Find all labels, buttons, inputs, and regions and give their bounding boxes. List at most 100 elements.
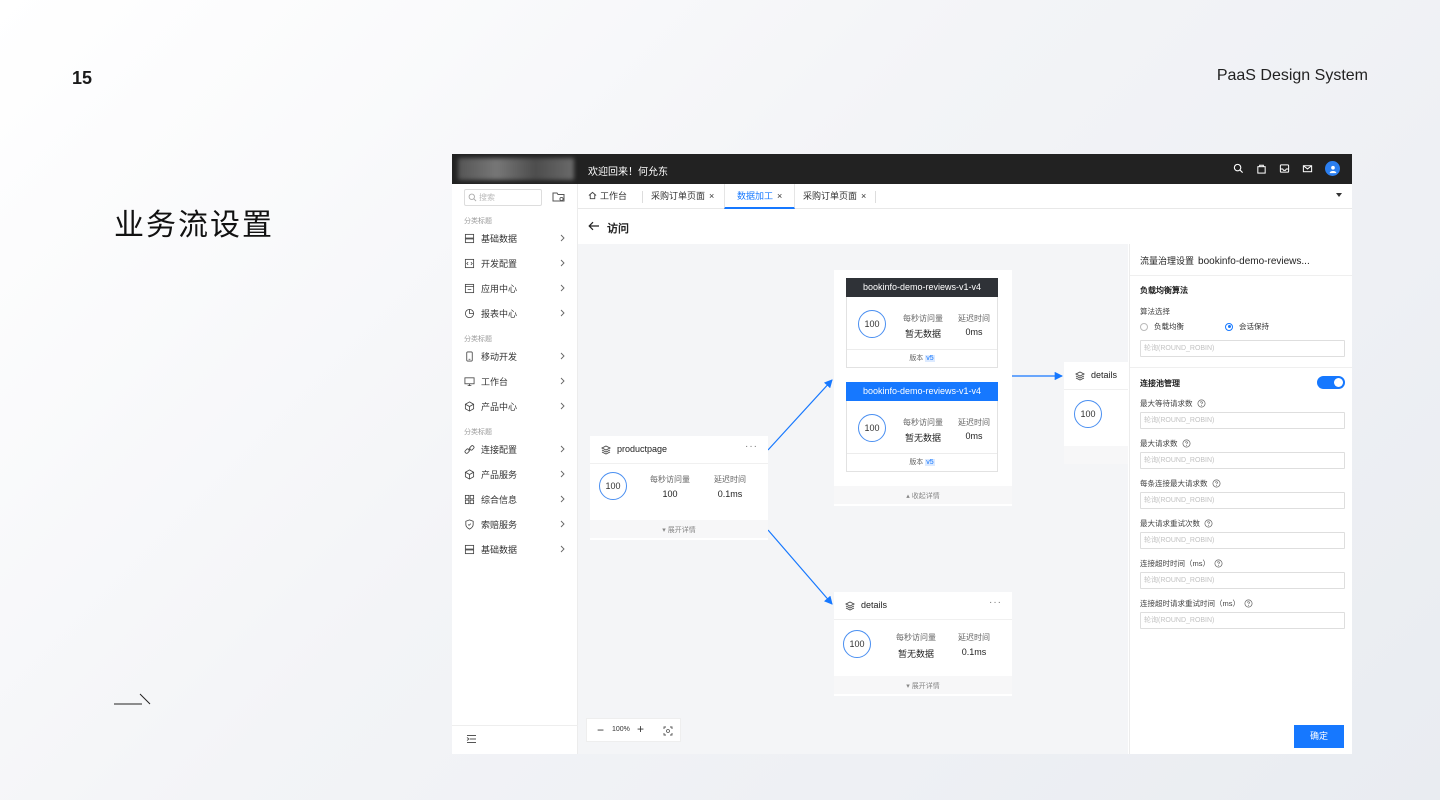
tab-data-processing[interactable]: 数据加工 × [724, 184, 796, 209]
sidebar-divider [452, 725, 578, 726]
field-label: 最大等待请求数 [1140, 398, 1206, 409]
sidebar-item-label: 索赔服务 [481, 519, 518, 530]
close-icon[interactable]: × [861, 191, 866, 201]
avatar[interactable] [1325, 161, 1340, 176]
brand-name: PaaS Design System [1216, 67, 1368, 84]
sidebar-item[interactable]: 移动开发 [464, 348, 568, 364]
sidebar-item-label: 开发配置 [481, 258, 518, 269]
search-icon[interactable] [1233, 163, 1244, 174]
chevron-right-icon [560, 259, 565, 267]
qps-label: 每秒访问量 [903, 314, 943, 323]
node-header: details [1064, 362, 1128, 390]
close-icon[interactable]: × [709, 191, 714, 201]
field-label: 连接超时时间（ms） [1140, 558, 1223, 569]
sidebar-item[interactable]: 连接配置 [464, 441, 568, 457]
sidebar-item[interactable]: 产品中心 [464, 398, 568, 414]
grid-icon [464, 494, 475, 504]
app-window: 欢迎回来！何允东 搜索 分类标题 基础数据 开发配置 应用中心 报表中心 分类标题 移动开发… [452, 154, 1352, 754]
sidebar-item[interactable]: 开发配置 [464, 255, 568, 271]
sidebar-item-label: 综合信息 [481, 494, 518, 505]
more-icon[interactable]: ··· [989, 597, 1002, 608]
pool-toggle[interactable] [1317, 376, 1345, 389]
close-icon[interactable]: × [777, 191, 782, 201]
sidebar-item[interactable]: 基础数据 [464, 230, 568, 246]
folder-settings-icon[interactable] [552, 190, 565, 203]
collapse-details-button[interactable]: ▴ 收起详情 [834, 491, 1012, 501]
expand-details-button[interactable]: ▾ 展开详情 [834, 681, 1012, 691]
panel-title-service: bookinfo-demo-reviews... [1198, 256, 1310, 267]
field-label: 连接超时请求重试时间（ms） [1140, 598, 1253, 609]
version-card-header: bookinfo-demo-reviews-v1-v4 [846, 278, 998, 297]
search-placeholder: 搜索 [479, 193, 495, 202]
page-number: 15 [72, 68, 93, 88]
field-label-text: 最大等待请求数 [1140, 399, 1193, 408]
zoom-in-button[interactable]: + [637, 722, 644, 736]
confirm-button[interactable]: 确定 [1294, 725, 1344, 748]
version-card[interactable]: bookinfo-demo-reviews-v1-v4 100 每秒访问量 暂无… [846, 382, 998, 472]
help-icon[interactable] [1182, 439, 1191, 448]
field-input[interactable]: 轮询(ROUND_ROBIN) [1140, 452, 1345, 469]
sidebar-item-label: 产品服务 [481, 469, 518, 480]
latency-label: 延迟时间 [714, 475, 746, 484]
pie-icon [464, 308, 475, 318]
algo-input[interactable]: 轮询(ROUND_ROBIN) [1140, 340, 1345, 357]
tab-purchase-order-2[interactable]: 采购订单页面 × [803, 184, 866, 209]
decorative-line-icon [114, 693, 151, 705]
chevron-right-icon [560, 234, 565, 242]
sidebar-item[interactable]: 索赔服务 [464, 516, 568, 532]
page-title: 访问 [607, 223, 629, 235]
help-icon[interactable] [1204, 519, 1213, 528]
lb-section-title: 负载均衡算法 [1140, 286, 1188, 295]
expand-details-button[interactable]: ▾ 展开详情 [590, 525, 768, 535]
more-icon[interactable]: ··· [745, 441, 758, 452]
sidebar-item[interactable]: 报表中心 [464, 305, 568, 321]
sidebar-item[interactable]: 应用中心 [464, 280, 568, 296]
sidebar-search-input[interactable]: 搜索 [464, 189, 542, 206]
tab-purchase-order-1[interactable]: 采购订单页面 × [651, 184, 714, 209]
sidebar-item[interactable]: 综合信息 [464, 491, 568, 507]
node-details-right[interactable]: details 100 [1064, 362, 1128, 464]
field-input[interactable]: 轮询(ROUND_ROBIN) [1140, 492, 1345, 509]
tabs-dropdown-icon[interactable] [1336, 193, 1342, 197]
help-icon[interactable] [1244, 599, 1253, 608]
node-circle-value: 100 [858, 414, 886, 442]
database-icon [464, 544, 475, 554]
version-card-header: bookinfo-demo-reviews-v1-v4 [846, 382, 998, 401]
back-arrow-icon[interactable] [588, 221, 600, 231]
fit-screen-icon[interactable] [663, 726, 673, 736]
radio-session-sticky[interactable]: 会话保持 [1225, 321, 1269, 332]
help-icon[interactable] [1197, 399, 1206, 408]
edge-productpage-reviews [767, 379, 833, 451]
node-details-bottom[interactable]: details ··· 100 每秒访问量 暂无数据 延迟时间 0.1ms ▾ … [834, 592, 1012, 696]
node-productpage[interactable]: productpage ··· 100 每秒访问量 100 延迟时间 0.1ms… [590, 436, 768, 540]
slide-title: 业务流设置 [114, 209, 274, 242]
page-header: 访问 [578, 209, 1352, 244]
inbox-icon[interactable] [1279, 163, 1290, 174]
node-title: details [861, 600, 888, 610]
bag-icon[interactable] [1256, 163, 1267, 174]
sidebar-item[interactable]: 工作台 [464, 373, 568, 389]
version-card[interactable]: bookinfo-demo-reviews-v1-v4 100 每秒访问量 暂无… [846, 278, 998, 368]
field-input[interactable]: 轮询(ROUND_ROBIN) [1140, 612, 1345, 629]
sidebar-item[interactable]: 基础数据 [464, 541, 568, 557]
tab-workbench[interactable]: 工作台 [588, 184, 627, 209]
collapse-menu-icon[interactable] [466, 734, 477, 744]
version-tag: v5 [925, 355, 935, 362]
radio-load-balance[interactable]: 负载均衡 [1140, 321, 1184, 332]
field-input[interactable]: 轮询(ROUND_ROBIN) [1140, 572, 1345, 589]
help-icon[interactable] [1212, 479, 1221, 488]
zoom-out-button[interactable]: − [597, 723, 604, 737]
node-header: details ··· [834, 592, 1012, 620]
latency-value: 0ms [965, 431, 983, 441]
flow-canvas[interactable]: productpage ··· 100 每秒访问量 100 延迟时间 0.1ms… [578, 244, 1128, 754]
sidebar-item[interactable]: 产品服务 [464, 466, 568, 482]
field-input[interactable]: 轮询(ROUND_ROBIN) [1140, 532, 1345, 549]
qps-label: 每秒访问量 [650, 475, 690, 484]
radio-dot [1140, 322, 1148, 331]
node-reviews-group[interactable]: bookinfo-demo-reviews-v1-v4 100 每秒访问量 暂无… [834, 270, 1012, 506]
sidebar-item-label: 应用中心 [481, 283, 518, 294]
mail-icon[interactable] [1302, 163, 1313, 174]
field-input[interactable]: 轮询(ROUND_ROBIN) [1140, 412, 1345, 429]
qps-label: 每秒访问量 [896, 633, 936, 642]
help-icon[interactable] [1214, 559, 1223, 568]
